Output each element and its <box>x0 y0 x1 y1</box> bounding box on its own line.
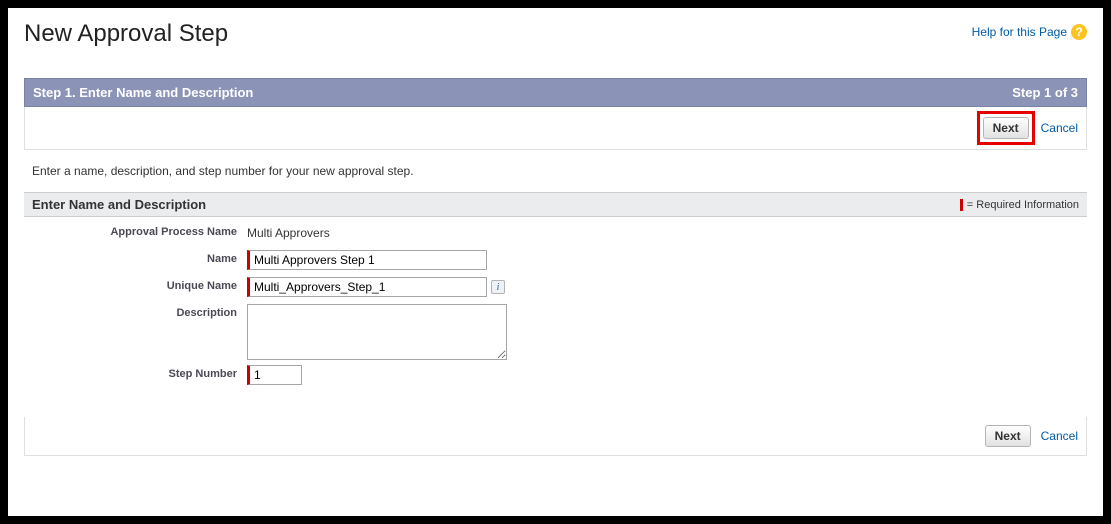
cancel-link[interactable]: Cancel <box>1041 121 1078 135</box>
required-info: = Required Information <box>960 199 1079 211</box>
section-header: Enter Name and Description = Required In… <box>24 192 1087 217</box>
approval-process-name-value: Multi Approvers <box>247 223 330 240</box>
info-icon[interactable]: i <box>491 280 505 294</box>
step-counter: Step 1 of 3 <box>1012 85 1078 100</box>
help-icon[interactable]: ? <box>1071 24 1087 40</box>
highlight-marker: Next <box>977 111 1035 145</box>
approval-process-name-label: Approval Process Name <box>32 223 247 238</box>
step-number-input[interactable] <box>247 365 302 385</box>
description-input[interactable] <box>247 304 507 360</box>
step-number-label: Step Number <box>32 365 247 380</box>
required-info-text: = Required Information <box>967 199 1079 211</box>
unique-name-input[interactable] <box>247 277 487 297</box>
top-action-bar: Next Cancel <box>24 107 1087 150</box>
instruction-text: Enter a name, description, and step numb… <box>24 150 1087 192</box>
unique-name-label: Unique Name <box>32 277 247 292</box>
help-link[interactable]: Help for this Page <box>972 25 1067 39</box>
section-title: Enter Name and Description <box>32 197 206 212</box>
page-title: New Approval Step <box>24 20 228 48</box>
step-header: Step 1. Enter Name and Description Step … <box>24 78 1087 107</box>
required-marker-icon <box>960 199 963 211</box>
bottom-action-bar: Next Cancel <box>24 417 1087 456</box>
name-input[interactable] <box>247 250 487 270</box>
next-button-bottom[interactable]: Next <box>985 425 1031 447</box>
step-title: Step 1. Enter Name and Description <box>33 85 253 100</box>
cancel-link-bottom[interactable]: Cancel <box>1041 429 1078 443</box>
description-label: Description <box>32 304 247 319</box>
name-label: Name <box>32 250 247 265</box>
next-button[interactable]: Next <box>983 117 1029 139</box>
